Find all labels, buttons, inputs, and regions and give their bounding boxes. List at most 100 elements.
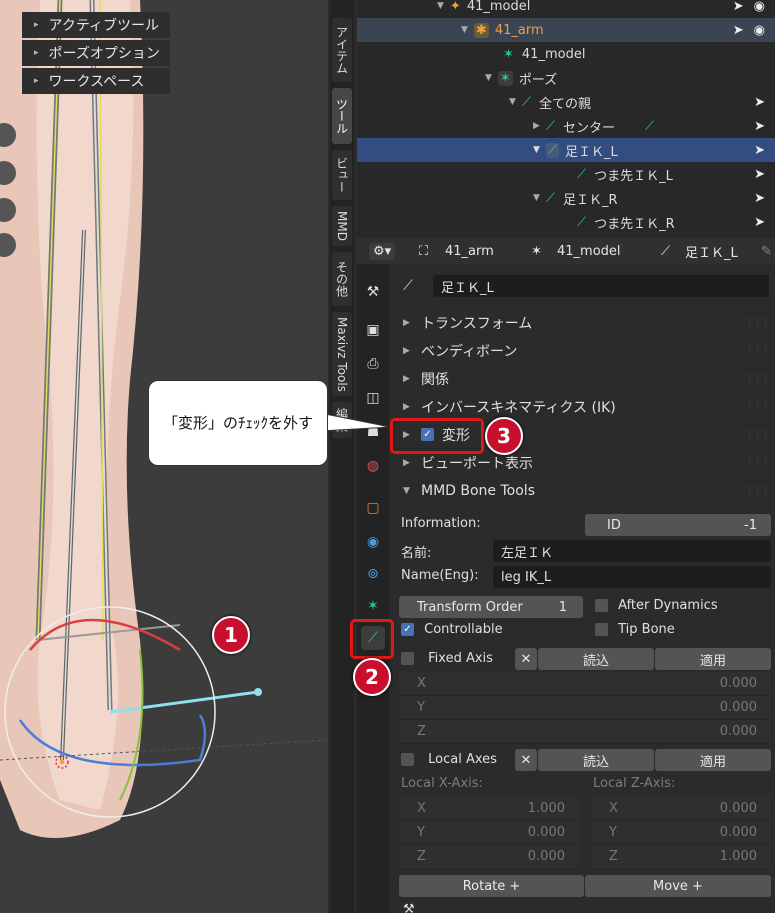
armature-data-icon[interactable]: ✶: [361, 594, 385, 618]
transform-order-field[interactable]: Transform Order 1: [399, 596, 583, 618]
information-label: Information:: [401, 516, 481, 531]
tab-view[interactable]: ビュー: [332, 150, 352, 200]
highlight-bone-tab: [350, 619, 394, 659]
select-cursor-icon[interactable]: ➤: [754, 167, 765, 182]
select-cursor-icon[interactable]: ➤: [754, 215, 765, 230]
row-toggles[interactable]: ➤ ◉: [733, 23, 765, 38]
tab-other[interactable]: その他: [332, 252, 352, 306]
armature-object-icon: ⛶: [419, 243, 429, 259]
apply-local-axes-button[interactable]: 適用: [655, 749, 771, 771]
object-icon[interactable]: ▢: [361, 496, 385, 520]
row-toggles[interactable]: ➤: [754, 167, 765, 182]
local-z-axis-z[interactable]: Z 1.000: [591, 845, 771, 869]
panel-inverse-kinematics[interactable]: ▶ インバースキネマティクス (IK) ⋮⋮⋮: [389, 393, 775, 421]
local-x-axis-z[interactable]: Z 0.000: [399, 845, 579, 869]
output-icon[interactable]: ⎙: [361, 352, 385, 376]
panel-mmd-bone-tools[interactable]: ▼ MMD Bone Tools ⋮⋮⋮: [389, 477, 775, 505]
local-x-axis-x[interactable]: X 1.000: [399, 797, 579, 821]
fixed-axis-checkbox[interactable]: [401, 652, 414, 665]
tab-mmd[interactable]: MMD: [332, 206, 352, 246]
clear-local-axes-button[interactable]: ✕: [515, 749, 537, 771]
callout-pointer: [320, 412, 391, 432]
local-x-axis-label: Local X-Axis:: [401, 776, 483, 791]
rotate-plus-button[interactable]: Rotate +: [399, 875, 584, 897]
clear-fixed-axis-button[interactable]: ✕: [515, 648, 537, 670]
local-z-axis-x[interactable]: X 0.000: [591, 797, 771, 821]
physics-icon[interactable]: ⊚: [361, 562, 385, 586]
bone-id-field[interactable]: ID -1: [585, 514, 771, 536]
after-dynamics-checkbox[interactable]: [595, 599, 608, 612]
outliner-row-toe-ik-r[interactable]: ⟋ つま先ＩＫ_R ➤: [357, 210, 775, 234]
outliner-row-model[interactable]: ▼ ✦ 41_model ➤ ◉: [357, 0, 775, 18]
load-local-axes-button[interactable]: 読込: [538, 749, 654, 771]
select-cursor-icon[interactable]: ➤: [733, 0, 744, 14]
row-toggles[interactable]: ➤: [754, 119, 765, 134]
editor-type-dropdown[interactable]: ⚙▾: [369, 242, 396, 260]
eye-icon[interactable]: ◉: [754, 0, 765, 14]
fixed-axis-y[interactable]: Y 0.000: [399, 696, 771, 720]
eye-icon[interactable]: ◉: [754, 23, 765, 38]
collapse-arrow-icon: ▼: [533, 193, 540, 203]
local-axes-checkbox[interactable]: [401, 753, 414, 766]
world-icon[interactable]: ◍: [361, 454, 385, 478]
outliner-row-leg-ik-l[interactable]: ▼ ⟋ 足ＩＫ_L ➤: [357, 138, 775, 162]
tab-maxivz-tools[interactable]: Maxivz Tools: [332, 312, 352, 396]
outliner: ▼ ✦ 41_model ➤ ◉ ▼ ✱ 41_arm ➤ ◉ ✶ 41_model…: [357, 0, 775, 238]
tab-tool[interactable]: ツール: [332, 88, 352, 144]
panel-transform[interactable]: ▶ トランスフォーム ⋮⋮⋮: [389, 309, 775, 337]
select-cursor-icon[interactable]: ➤: [754, 143, 765, 158]
row-toggles[interactable]: ➤: [754, 143, 765, 158]
row-toggles[interactable]: ➤ ◉: [733, 0, 765, 14]
outliner-row-toe-ik-l[interactable]: ⟋ つま先ＩＫ_L ➤: [357, 162, 775, 186]
outliner-row-center[interactable]: ▶ ⟋ センター ⟋ ➤: [357, 114, 775, 138]
after-dynamics-toggle[interactable]: After Dynamics: [595, 598, 718, 613]
collapse-arrow-icon: ▼: [509, 97, 516, 107]
row-toggles[interactable]: ➤: [754, 95, 765, 110]
armature-icon: ✶: [531, 243, 542, 259]
select-cursor-icon[interactable]: ➤: [733, 23, 744, 38]
fixed-axis-z[interactable]: Z 0.000: [399, 720, 771, 744]
outliner-row-leg-ik-r[interactable]: ▼ ⟋ 足ＩＫ_R ➤: [357, 186, 775, 210]
name-eng-field[interactable]: leg IK_L: [493, 566, 771, 588]
load-fixed-axis-button[interactable]: 読込: [538, 648, 654, 670]
select-cursor-icon[interactable]: ➤: [754, 95, 765, 110]
row-toggles[interactable]: ➤: [754, 191, 765, 206]
panel-bendy-bones[interactable]: ▶ ベンディボーン ⋮⋮⋮: [389, 337, 775, 365]
collapse-arrow-icon: ▼: [485, 73, 492, 83]
local-z-axis-y[interactable]: Y 0.000: [591, 821, 771, 845]
tool-settings-icon[interactable]: ⚒: [361, 280, 385, 304]
pin-icon[interactable]: ✎: [761, 244, 772, 259]
fixed-axis-toggle[interactable]: Fixed Axis: [401, 651, 493, 666]
pose-options-menu[interactable]: ▸ ポーズオプション: [22, 40, 170, 66]
controllable-toggle[interactable]: ✓ Controllable: [401, 622, 503, 637]
bone-constraint-icon: ⟋: [645, 118, 655, 134]
tab-item[interactable]: アイテム: [332, 18, 352, 82]
active-tool-menu[interactable]: ▸ アクティブツール: [22, 12, 170, 38]
name-field[interactable]: 左足ＩＫ: [493, 540, 771, 562]
workspace-menu[interactable]: ▸ ワークスペース: [22, 68, 170, 94]
apply-fixed-axis-button[interactable]: 適用: [655, 648, 771, 670]
outliner-row-arm[interactable]: ▼ ✱ 41_arm ➤ ◉: [357, 18, 775, 42]
move-plus-button[interactable]: Move +: [585, 875, 771, 897]
instruction-callout: 「変形」のﾁｪｯｸを外す: [148, 380, 328, 466]
outliner-row-all-parent[interactable]: ▼ ⟋ 全ての親 ➤: [357, 90, 775, 114]
tip-bone-toggle[interactable]: Tip Bone: [595, 622, 675, 637]
outliner-row-model-data[interactable]: ✶ 41_model: [357, 42, 775, 66]
local-axes-toggle[interactable]: Local Axes: [401, 752, 497, 767]
tip-bone-checkbox[interactable]: [595, 623, 608, 636]
collapse-arrow-icon: ▼: [533, 145, 540, 155]
select-cursor-icon[interactable]: ➤: [754, 191, 765, 206]
render-icon[interactable]: ▣: [361, 318, 385, 342]
outliner-row-pose[interactable]: ▼ ✶ ポーズ: [357, 66, 775, 90]
bone-name-field[interactable]: 足ＩＫ_L: [433, 275, 769, 297]
modifier-icon[interactable]: ◉: [361, 530, 385, 554]
step-badge-2: 2: [353, 658, 391, 696]
collapse-arrow-icon: ▼: [461, 25, 468, 35]
panel-relations[interactable]: ▶ 関係 ⋮⋮⋮: [389, 365, 775, 393]
local-x-axis-y[interactable]: Y 0.000: [399, 821, 579, 845]
controllable-checkbox[interactable]: ✓: [401, 623, 414, 636]
fixed-axis-x[interactable]: X 0.000: [399, 672, 771, 696]
row-toggles[interactable]: ➤: [754, 215, 765, 230]
select-cursor-icon[interactable]: ➤: [754, 119, 765, 134]
local-z-axis-label: Local Z-Axis:: [593, 776, 676, 791]
